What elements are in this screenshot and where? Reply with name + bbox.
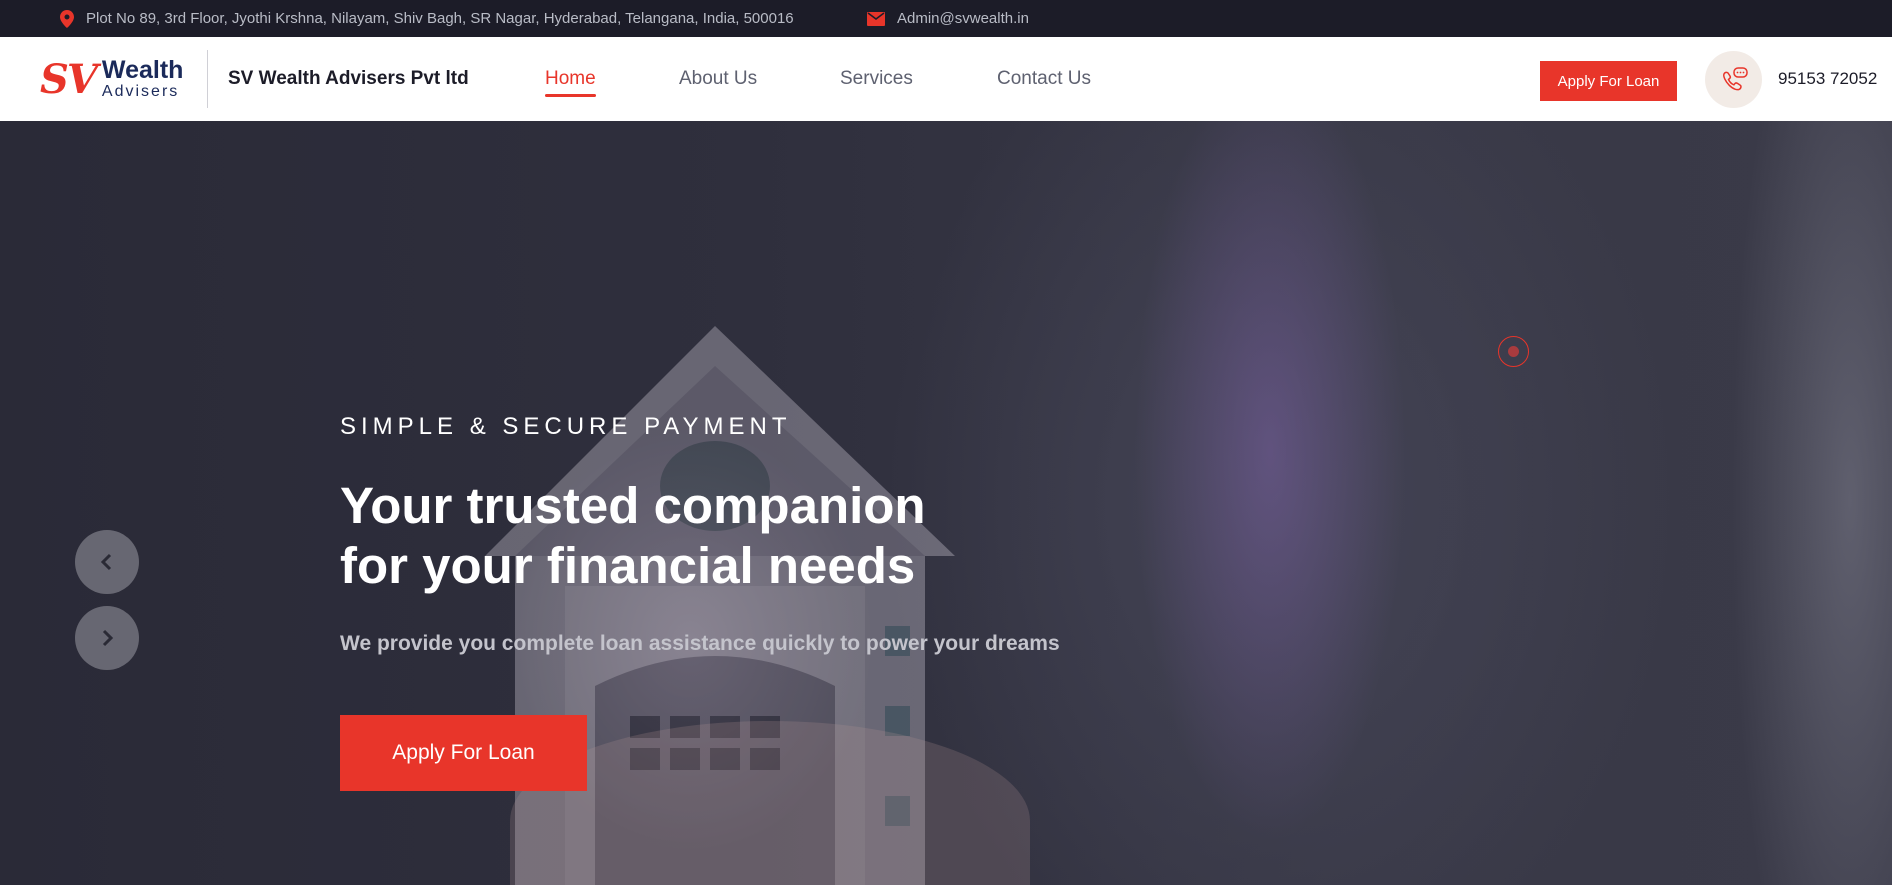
mail-icon — [867, 11, 885, 26]
header-apply-loan-button[interactable]: Apply For Loan — [1540, 61, 1677, 101]
site-header: SV Wealth Advisers SV Wealth Advisers Pv… — [0, 37, 1892, 121]
chevron-right-icon — [102, 629, 114, 647]
hero-headline-line1: Your trusted companion — [340, 477, 926, 534]
logo[interactable]: SV Wealth Advisers — [40, 45, 190, 113]
email-link[interactable]: Admin@svwealth.in — [897, 10, 1029, 27]
hero-subtext: We provide you complete loan assistance … — [340, 632, 1060, 655]
nav-home[interactable]: Home — [545, 37, 596, 121]
top-info-bar: Plot No 89, 3rd Floor, Jyothi Krshna, Ni… — [0, 0, 1892, 37]
logo-line2: Advisers — [101, 83, 180, 100]
target-dot-icon — [1498, 336, 1529, 367]
address-info: Plot No 89, 3rd Floor, Jyothi Krshna, Ni… — [60, 0, 794, 37]
slider-next-button[interactable] — [75, 606, 139, 670]
hero-banner: SIMPLE & SECURE PAYMENT Your trusted com… — [0, 121, 1892, 885]
chevron-left-icon — [100, 553, 112, 571]
hero-eyebrow: SIMPLE & SECURE PAYMENT — [340, 413, 792, 440]
phone-number[interactable]: 95153 72052 — [1778, 37, 1877, 121]
nav-contact-us[interactable]: Contact Us — [997, 37, 1091, 121]
logo-line1: Wealth — [101, 56, 184, 84]
hero-apply-loan-button[interactable]: Apply For Loan — [340, 715, 587, 791]
email-info[interactable]: Admin@svwealth.in — [867, 0, 1029, 37]
address-text: Plot No 89, 3rd Floor, Jyothi Krshna, Ni… — [86, 10, 794, 27]
hero-headline-line2: for your financial needs — [340, 537, 916, 594]
company-name: SV Wealth Advisers Pvt ltd — [228, 68, 469, 89]
nav-about-us[interactable]: About Us — [679, 37, 757, 121]
header-divider — [207, 50, 208, 108]
phone-chat-icon[interactable] — [1705, 51, 1762, 108]
nav-services[interactable]: Services — [840, 37, 913, 121]
map-pin-icon — [60, 9, 74, 28]
logo-mark: SV — [40, 55, 98, 103]
logo-words: Wealth Advisers — [102, 58, 184, 100]
slider-prev-button[interactable] — [75, 530, 139, 594]
hero-headline: Your trusted companion for your financia… — [340, 476, 1040, 596]
